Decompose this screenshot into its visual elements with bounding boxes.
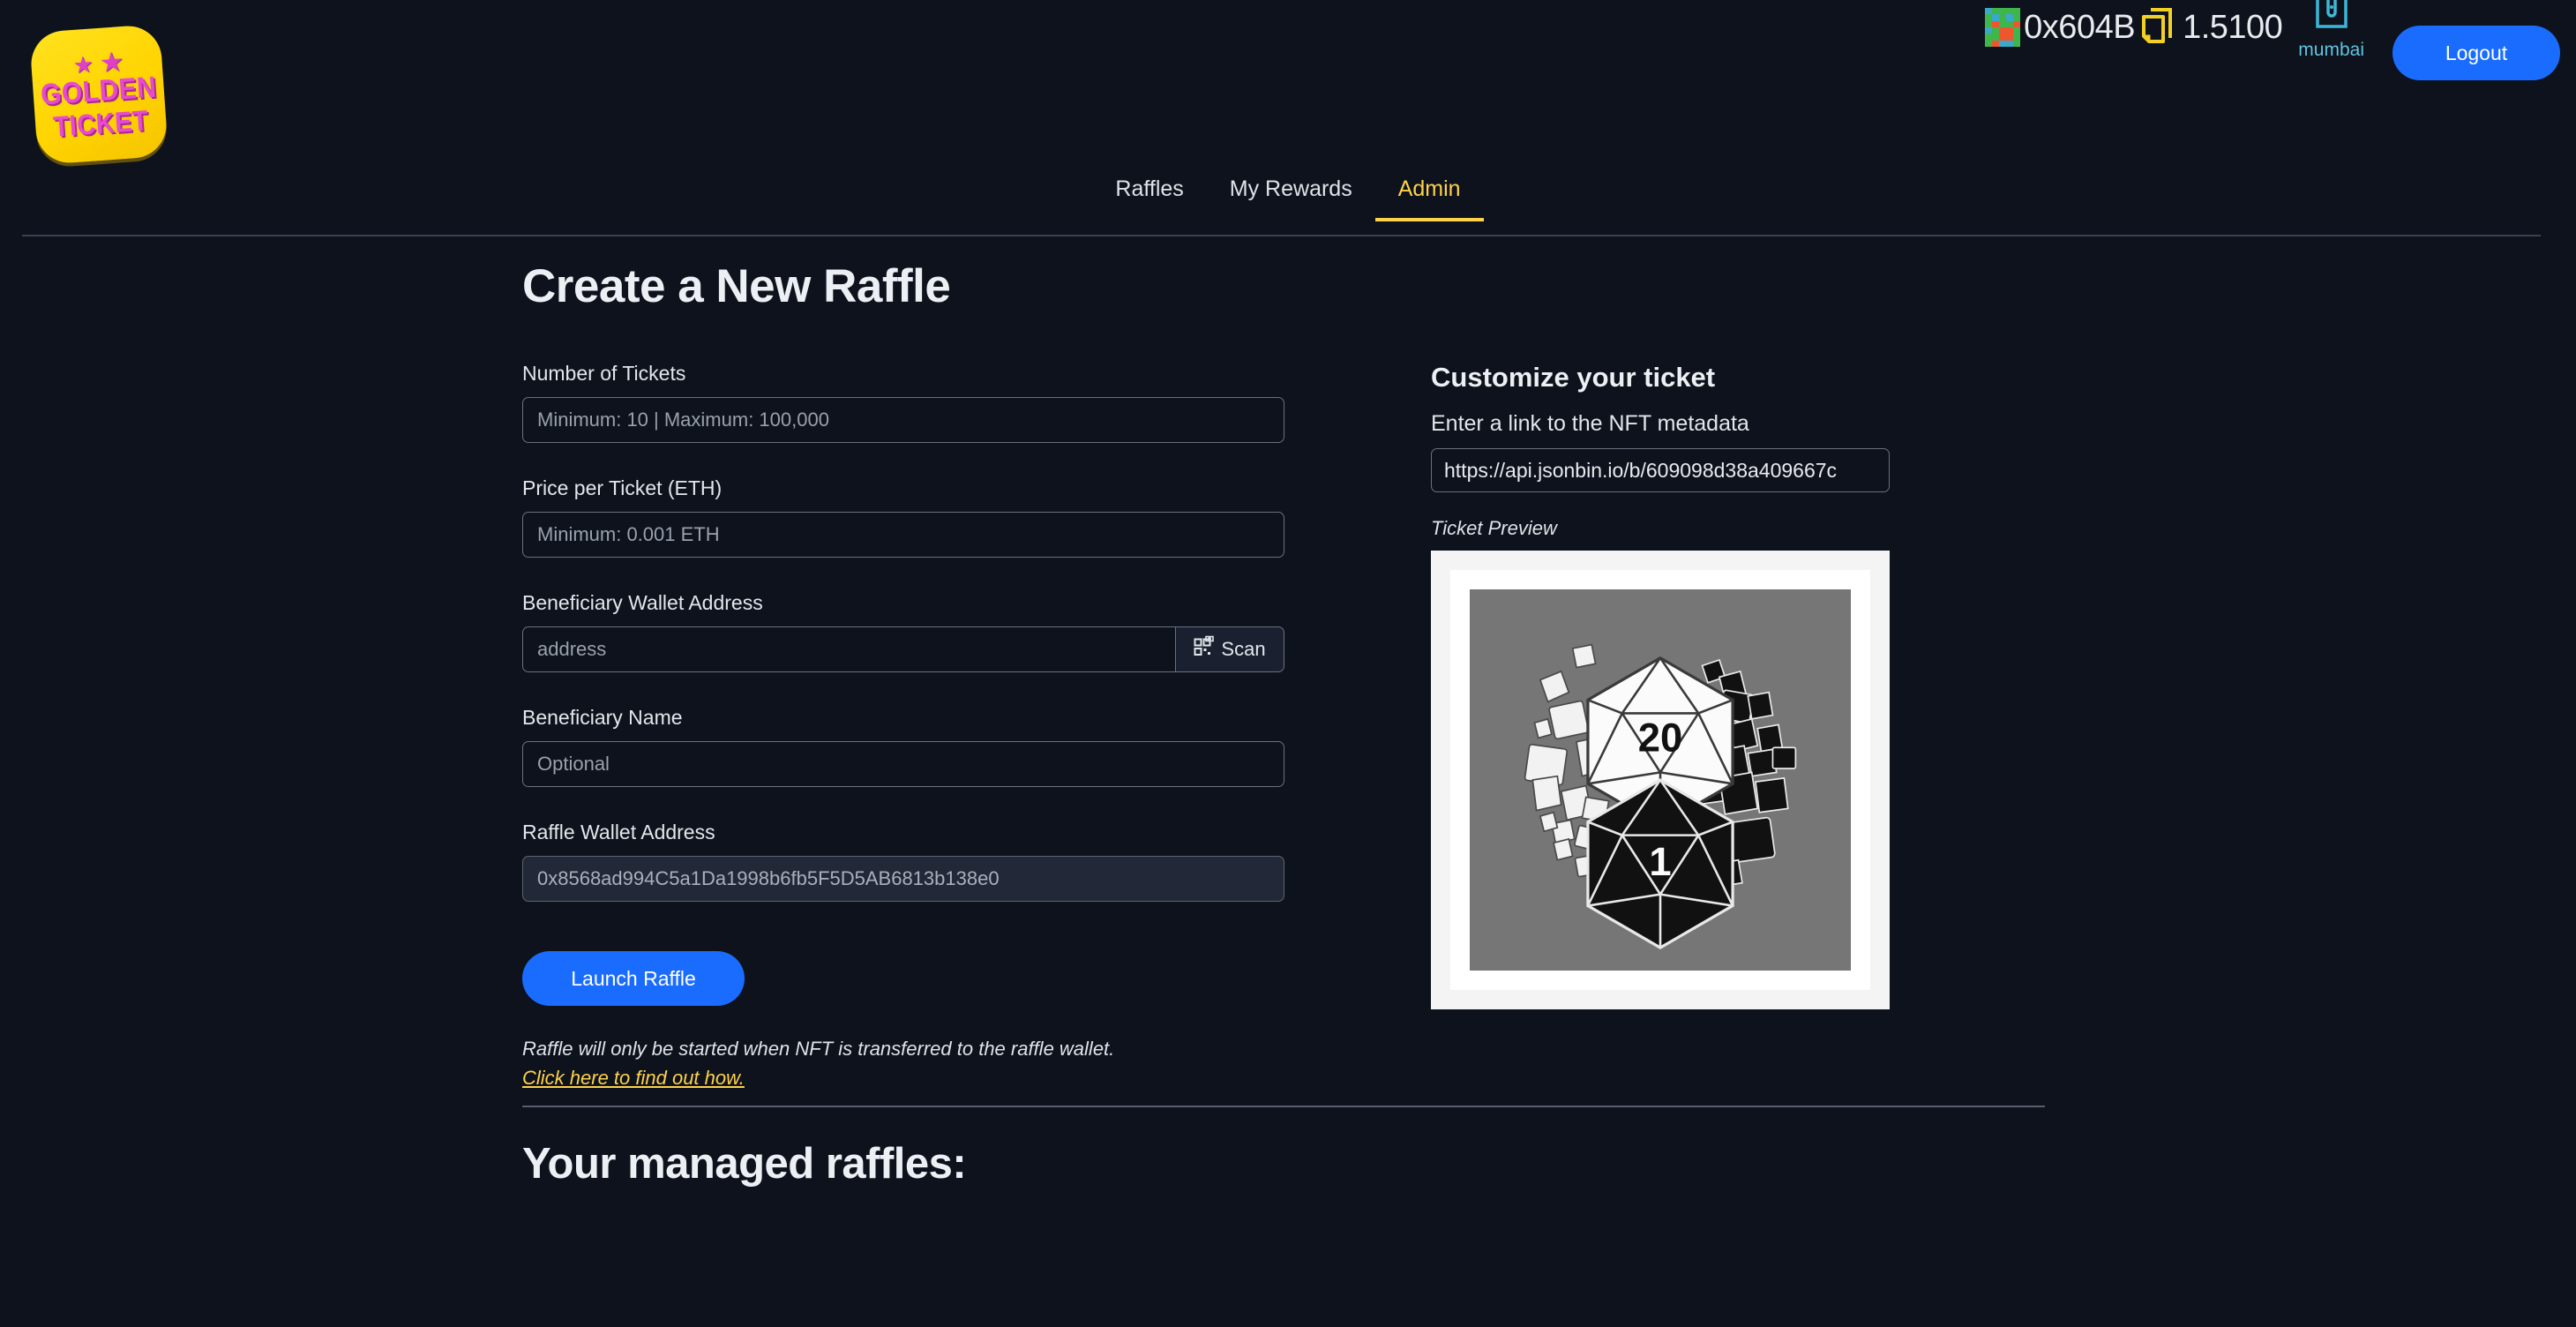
identicon-cell <box>1985 40 1993 47</box>
identicon-cell <box>1999 20 2007 27</box>
star-icon: ★ <box>98 45 125 79</box>
identicon-avatar <box>1985 8 2021 47</box>
identicon-cell <box>1992 14 2000 21</box>
page-title: Create a New Raffle <box>522 260 951 312</box>
label-price-per-ticket: Price per Ticket (ETH) <box>522 476 723 499</box>
find-out-how-link[interactable]: Click here to find out how. <box>522 1067 745 1090</box>
customize-ticket-panel: Customize your ticket Enter a link to th… <box>1431 362 1978 1188</box>
d20-black: 1 <box>1586 778 1734 949</box>
field-beneficiary-wallet-address: Beneficiary Wallet Address address Scan <box>522 591 1290 672</box>
label-number-of-tickets: Number of Tickets <box>522 362 686 385</box>
ticket-preview-artwork: 20 1 <box>1470 589 1851 971</box>
network-name: mumbai <box>2298 39 2364 60</box>
identicon-cell <box>2006 27 2014 34</box>
identicon-cell <box>1999 40 2007 47</box>
dice-artwork-icon: 20 1 <box>1524 643 1797 949</box>
beneficiary-address-input[interactable] <box>522 626 1175 672</box>
app-header: ★ ★ GOLDEN TICKET 0x604B 1.5100 mumbai L… <box>0 0 2576 236</box>
identicon-cell <box>1985 34 1993 41</box>
identicon-cell <box>1992 20 2000 27</box>
identicon-cell <box>1992 8 2000 15</box>
identicon-cell <box>2006 8 2014 15</box>
scan-button-label: Scan <box>1221 638 1266 660</box>
identicon-cell <box>1999 27 2007 34</box>
qr-scan-icon <box>1194 635 1217 664</box>
identicon-cell <box>2006 34 2014 41</box>
ticket-preview-caption: Ticket Preview <box>1431 517 1557 539</box>
nav-item-admin[interactable]: Admin <box>1374 176 1484 221</box>
identicon-cell <box>1999 14 2007 21</box>
network-indicator: mumbai <box>2298 0 2364 61</box>
logo-line-ticket: TICKET <box>52 105 150 144</box>
raffle-wallet-input <box>522 856 1284 902</box>
wallet-summary: 0x604B 1.5100 mumbai <box>1985 0 2364 88</box>
raffle-note: Raffle will only be started when NFT is … <box>522 1038 1115 1060</box>
identicon-cell <box>2013 20 2021 27</box>
field-price-per-ticket: Price per Ticket (ETH) <box>522 476 1290 558</box>
label-beneficiary-wallet-address: Beneficiary Wallet Address <box>522 591 763 614</box>
identicon-cell <box>2006 40 2014 47</box>
beneficiary-address-group: Scan <box>522 626 1284 672</box>
identicon-cell <box>1985 27 1993 34</box>
identicon-cell <box>2006 14 2014 21</box>
nav-item-raffles[interactable]: Raffles <box>1092 176 1206 221</box>
identicon-cell <box>1985 14 1993 21</box>
app-logo[interactable]: ★ ★ GOLDEN TICKET <box>28 24 169 165</box>
ticket-icon <box>2138 4 2174 51</box>
network-icon <box>2315 0 2348 36</box>
identicon-cell <box>1992 34 2000 41</box>
identicon-cell <box>1992 40 2000 47</box>
identicon-cell <box>1999 8 2007 15</box>
raffle-form: Number of Tickets Price per Ticket (ETH)… <box>522 362 2045 1188</box>
field-number-of-tickets: Number of Tickets <box>522 362 1290 443</box>
svg-text:1: 1 <box>1649 839 1671 884</box>
identicon-cell <box>2013 8 2021 15</box>
wallet-balance: 1.5100 <box>2183 8 2283 46</box>
logo-line-golden: GOLDEN <box>39 71 158 112</box>
nft-metadata-input[interactable] <box>1431 448 1890 492</box>
price-input[interactable] <box>522 512 1284 558</box>
nav-item-my-rewards[interactable]: My Rewards <box>1207 176 1375 221</box>
identicon-cell <box>2013 27 2021 34</box>
main-nav: Raffles My Rewards Admin <box>0 176 2576 221</box>
launch-raffle-button[interactable]: Launch Raffle <box>522 951 745 1006</box>
identicon-cell <box>1999 34 2007 41</box>
ticket-preview-card: 20 1 <box>1431 551 1890 1009</box>
identicon-cell <box>2013 14 2021 21</box>
identicon-cell <box>2006 20 2014 27</box>
identicon-cell <box>1992 27 2000 34</box>
field-beneficiary-name: Beneficiary Name <box>522 706 1290 787</box>
wallet-address: 0x604B <box>2024 8 2136 46</box>
identicon-cell <box>2013 34 2021 41</box>
identicon-cell <box>1985 8 1993 15</box>
field-raffle-wallet-address: Raffle Wallet Address <box>522 821 1290 902</box>
tickets-input[interactable] <box>522 397 1284 443</box>
ticket-preview-frame: 20 1 <box>1450 570 1870 990</box>
beneficiary-name-input[interactable] <box>522 741 1284 787</box>
identicon-cell <box>1985 20 1993 27</box>
svg-text:20: 20 <box>1638 716 1682 761</box>
customize-title: Customize your ticket <box>1431 362 1716 393</box>
main-content: Create a New Raffle Number of Tickets Pr… <box>0 222 2576 1188</box>
logout-button[interactable]: Logout <box>2393 26 2560 80</box>
identicon-cell <box>2013 40 2021 47</box>
form-columns: Number of Tickets Price per Ticket (ETH)… <box>522 362 2576 1188</box>
managed-raffles-title: Your managed raffles: <box>522 1140 967 1188</box>
label-beneficiary-name: Beneficiary Name <box>522 706 683 729</box>
metadata-label: Enter a link to the NFT metadata <box>1431 411 1749 436</box>
star-icon: ★ <box>71 49 94 79</box>
label-raffle-wallet-address: Raffle Wallet Address <box>522 821 715 843</box>
scan-button[interactable]: Scan <box>1175 626 1284 672</box>
